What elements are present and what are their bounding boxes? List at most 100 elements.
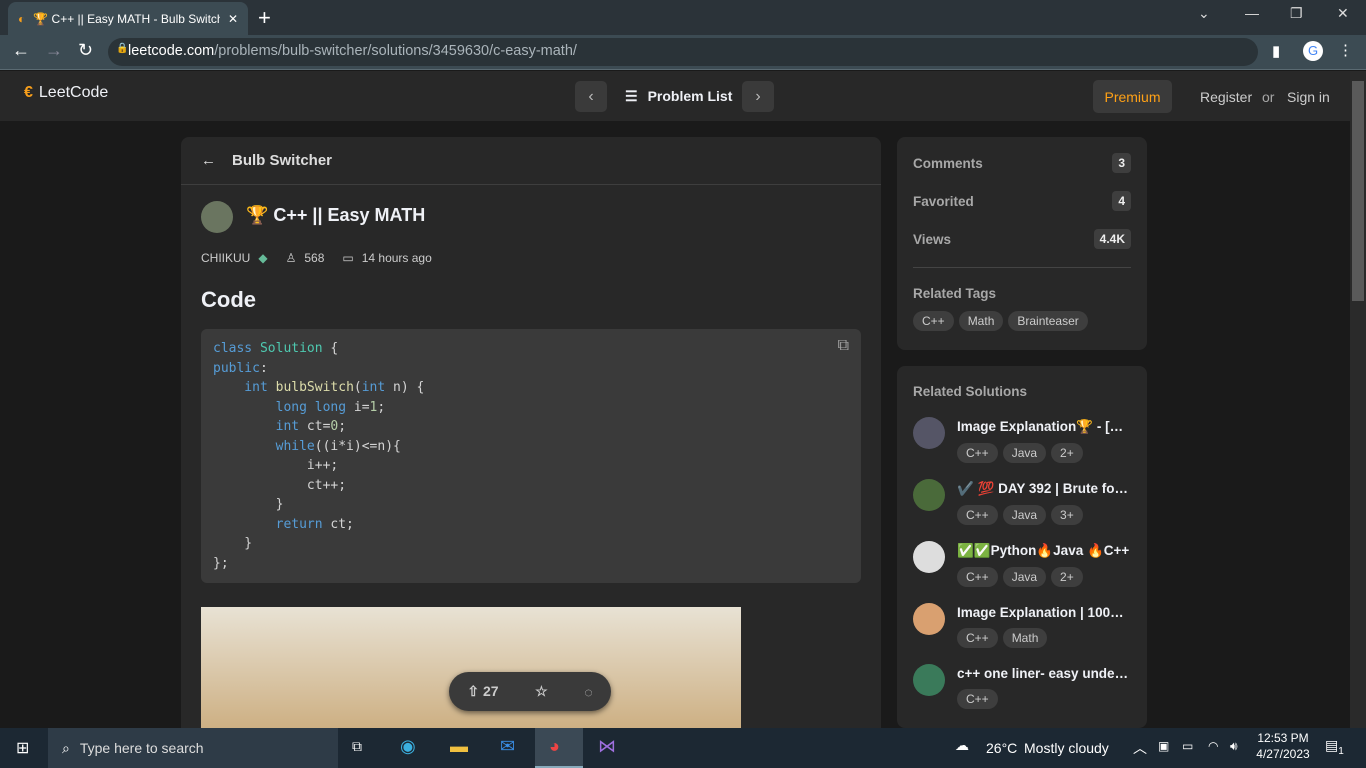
meet-icon[interactable]: ▣ [1158, 739, 1169, 753]
code-token: class [213, 341, 260, 356]
tray-chevron-icon[interactable]: ︿ [1133, 738, 1147, 758]
browser-tab[interactable]: ◐ 🏆 C++ || Easy MATH - Bulb Switcher ✕ [8, 2, 248, 35]
task-view-icon[interactable]: ⧉ [352, 738, 362, 755]
chrome-taskbar-button[interactable]: ◕ [535, 728, 583, 768]
tab-search-icon[interactable]: ⌄ [1198, 5, 1210, 22]
tag-pill[interactable]: C++ [957, 567, 998, 587]
tag-pill[interactable]: 2+ [1051, 443, 1083, 463]
back-icon[interactable]: ← [12, 40, 30, 61]
author-avatar[interactable] [201, 201, 233, 233]
battery-icon[interactable]: ▭ [1182, 739, 1193, 753]
forward-icon[interactable]: → [45, 40, 63, 61]
solution-author-avatar [913, 603, 945, 635]
problem-list-link[interactable]: ☰ Problem List [625, 88, 732, 105]
tag-pill[interactable]: Math [958, 311, 1004, 331]
stat-label: Comments [913, 155, 983, 171]
next-problem-button[interactable]: › [742, 81, 774, 112]
side-panel-icon[interactable]: ▮ [1272, 42, 1280, 60]
tag-pill[interactable]: C++ [957, 689, 998, 709]
related-solution-item[interactable]: Image Explanation | 100% faster C++Math [913, 603, 1132, 648]
tag-pill[interactable]: 2+ [1051, 567, 1083, 587]
back-arrow-icon[interactable]: ← [201, 152, 216, 169]
related-tags-title: Related Tags [913, 286, 997, 301]
menu-icon[interactable]: ⋮ [1338, 41, 1353, 59]
premium-button[interactable]: Premium [1093, 80, 1172, 113]
leetcode-logo-icon: € [24, 84, 33, 101]
related-solution-title[interactable]: Image Explanation🏆 - [Easy to Understand… [957, 419, 1132, 435]
tag-pill[interactable]: C++ [957, 443, 998, 463]
weather-icon[interactable]: ☁ [955, 737, 969, 754]
register-link[interactable]: Register [1200, 89, 1252, 105]
code-token: ct++; [213, 477, 347, 493]
maximize-icon[interactable]: ❐ [1290, 5, 1303, 22]
code-token: bulbSwitch [275, 380, 354, 395]
tab-title: 🏆 C++ || Easy MATH - Bulb Switcher [33, 11, 220, 26]
stat-label: Views [913, 231, 952, 247]
signin-link[interactable]: Sign in [1287, 89, 1330, 105]
reload-icon[interactable]: ↻ [78, 40, 93, 61]
weather-text[interactable]: Mostly cloudy [1024, 740, 1109, 756]
taskbar-search[interactable]: ⌕ Type here to search [48, 728, 338, 768]
mail-icon[interactable]: ✉ [500, 736, 515, 757]
stat-row: Views 4.4K [913, 229, 1131, 249]
prev-problem-button[interactable]: ‹ [575, 81, 607, 112]
related-solution-title[interactable]: ✔️ 💯 DAY 392 | Brute force [957, 481, 1132, 497]
window-close-icon[interactable]: ✕ [1337, 5, 1349, 22]
upvote-button[interactable]: ⇧ 27 [467, 683, 498, 700]
related-solution-title[interactable]: c++ one liner- easy understanding [957, 666, 1132, 681]
weather-temp[interactable]: 26°C [986, 740, 1017, 756]
stat-row: Comments 3 [913, 153, 1131, 173]
code-token: { [330, 341, 339, 356]
tag-pill[interactable]: Math [1002, 628, 1048, 648]
related-solution-item[interactable]: Image Explanation🏆 - [Easy to Understand… [913, 417, 1132, 463]
copy-icon[interactable]: ⧉ [838, 337, 849, 355]
file-explorer-icon[interactable]: ▬ [450, 736, 468, 757]
leetcode-logo[interactable]: € LeetCode [24, 84, 108, 102]
code-block[interactable]: class Solution { public: int bulbSwitch(… [201, 329, 861, 583]
url-field[interactable]: 🔒 leetcode.com/problems/bulb-switcher/sol… [108, 38, 1258, 66]
code-token: ct= [306, 419, 331, 434]
related-solution-item[interactable]: c++ one liner- easy understanding C++ [913, 664, 1132, 709]
comment-icon[interactable]: ◌ [584, 684, 592, 700]
new-tab-icon[interactable]: + [258, 5, 271, 31]
reputation: 568 [304, 251, 325, 265]
code-token: int [213, 419, 307, 434]
stat-value: 4 [1112, 191, 1131, 211]
tag-pill[interactable]: C++ [913, 311, 954, 331]
code-token: return [213, 516, 331, 532]
visual-studio-icon[interactable]: ⋈ [598, 736, 616, 757]
volume-icon[interactable]: 🔊︎ [1230, 739, 1238, 754]
related-solution-item[interactable]: ✅✅Python🔥Java 🔥C++ C++ Java 2+ [913, 541, 1131, 587]
clock[interactable]: 12:53 PM 4/27/2023 [1255, 731, 1311, 761]
solution-author-avatar [913, 541, 945, 573]
edge-icon[interactable]: ◉ [400, 736, 416, 757]
code-token: int [213, 380, 276, 395]
tag-pill[interactable]: 3+ [1051, 505, 1083, 525]
related-solution-item[interactable]: ✔️ 💯 DAY 392 | Brute force C++ Java 3+ [913, 479, 1132, 525]
tag-pill[interactable]: Brainteaser [1008, 311, 1088, 331]
profile-avatar[interactable]: G [1303, 41, 1323, 61]
minimize-icon[interactable]: — [1245, 5, 1259, 21]
favorite-star-icon[interactable]: ☆ [535, 683, 548, 700]
close-tab-icon[interactable]: ✕ [228, 12, 238, 26]
tag-pill[interactable]: Java [1002, 505, 1047, 525]
tag-pill[interactable]: Java [1002, 443, 1047, 463]
wifi-icon[interactable]: ◠ [1208, 739, 1218, 753]
related-solution-title[interactable]: Image Explanation | 100% faster [957, 605, 1132, 620]
windows-start-icon[interactable]: ⊞ [16, 738, 29, 758]
author-name[interactable]: CHIIKUU [201, 251, 250, 265]
tag-pill[interactable]: Java [1002, 567, 1047, 587]
back-to-problem[interactable]: ← Bulb Switcher [181, 137, 881, 185]
related-solution-title[interactable]: ✅✅Python🔥Java 🔥C++ [957, 543, 1132, 559]
code-token: : [259, 360, 268, 376]
tag-pill[interactable]: C++ [957, 505, 998, 525]
url-path: /problems/bulb-switcher/solutions/345963… [214, 43, 577, 59]
scrollbar[interactable] [1350, 71, 1366, 728]
tag-pill[interactable]: C++ [957, 628, 998, 648]
code-token: n) { [393, 380, 425, 395]
notification-icon[interactable]: ▤1 [1325, 737, 1344, 757]
code-token: ct; [330, 516, 354, 532]
taskbar-search-text: Type here to search [79, 740, 204, 756]
code-token: } [213, 497, 284, 512]
search-icon: ⌕ [62, 739, 70, 756]
